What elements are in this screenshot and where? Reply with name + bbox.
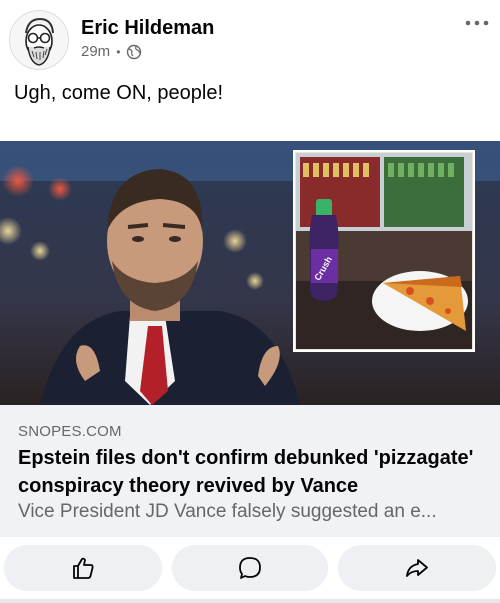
post-meta: 29m • — [81, 43, 142, 60]
share-icon — [406, 559, 428, 577]
inset-photo: Crush — [293, 150, 475, 352]
share-button[interactable] — [338, 545, 496, 591]
post-text: Ugh, come ON, people! — [14, 82, 223, 104]
meta-separator: • — [116, 44, 121, 59]
avatar[interactable] — [9, 10, 69, 70]
comment-button[interactable] — [172, 545, 328, 591]
thumbs-up-icon — [73, 557, 94, 579]
post-time[interactable]: 29m — [81, 43, 110, 60]
post-header: Eric Hildeman 29m • — [0, 0, 500, 72]
more-options-icon[interactable] — [464, 16, 490, 30]
like-button[interactable] — [4, 545, 162, 591]
avatar-drawing — [10, 11, 68, 69]
link-domain: SNOPES.COM — [18, 423, 122, 440]
globe-icon — [127, 44, 142, 59]
comment-icon — [239, 557, 261, 579]
link-preview-card[interactable]: SNOPES.COM Epstein files don't confirm d… — [0, 405, 500, 537]
link-headline[interactable]: Epstein files don't confirm debunked 'pi… — [18, 444, 488, 500]
post-actions — [0, 537, 500, 603]
bottom-divider — [0, 599, 500, 603]
author-name[interactable]: Eric Hildeman — [81, 17, 214, 40]
article-image: Crush — [0, 141, 500, 405]
link-description: Vice President JD Vance falsely suggeste… — [18, 501, 437, 522]
link-preview-image[interactable]: Crush — [0, 141, 500, 405]
